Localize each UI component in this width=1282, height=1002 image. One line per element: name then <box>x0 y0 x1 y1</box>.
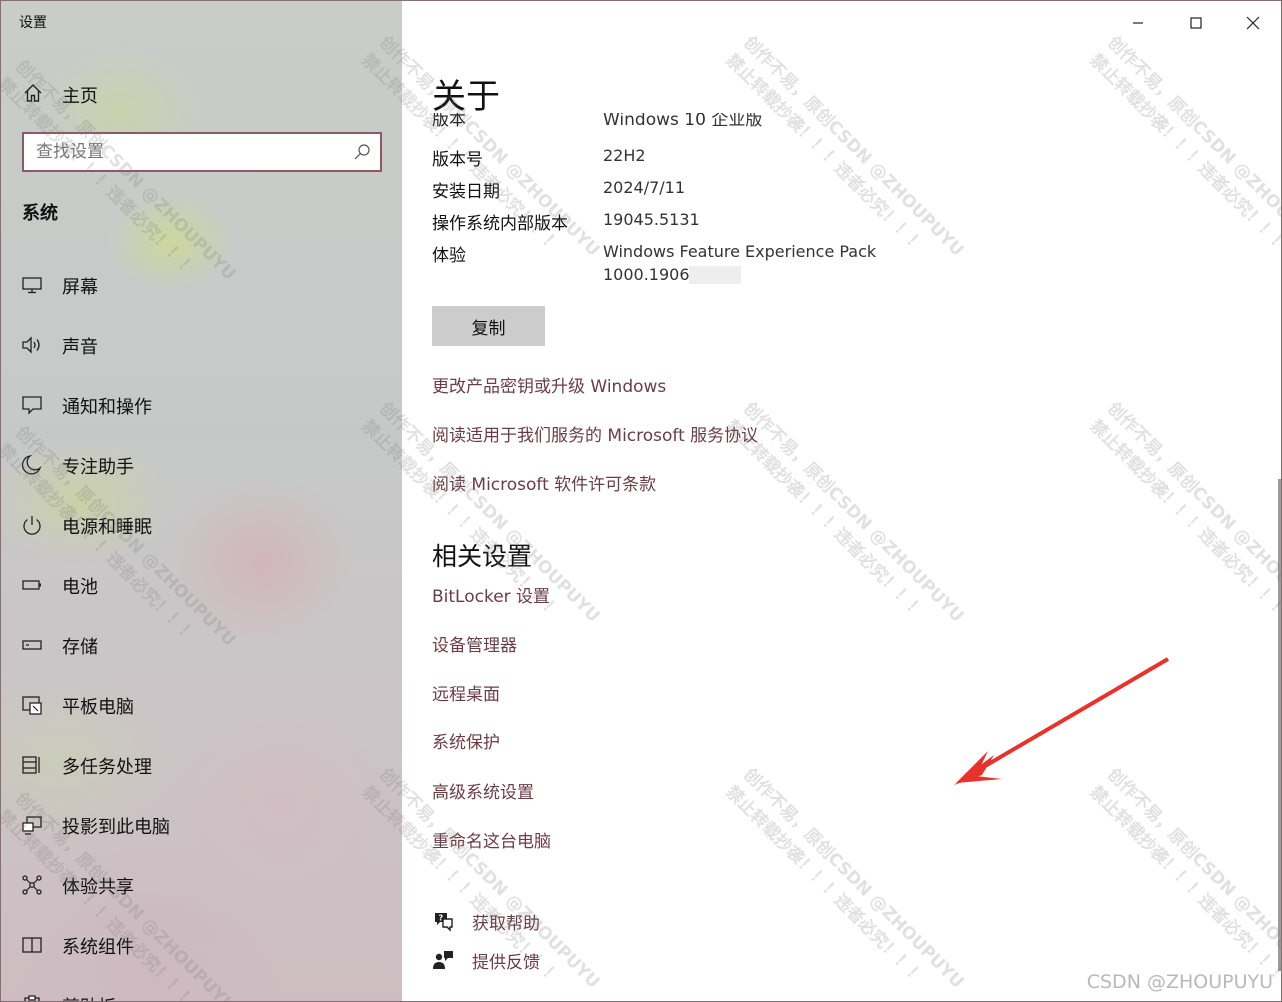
sidebar-item-label: 电源和睡眠 <box>62 517 152 538</box>
redacted-block <box>689 266 741 284</box>
sidebar-section-title: 系统 <box>22 203 58 224</box>
search-box[interactable] <box>22 132 382 172</box>
sidebar-item-sound[interactable]: 声音 <box>1 323 402 367</box>
sidebar-home[interactable]: 主页 <box>1 73 402 113</box>
notification-icon <box>22 396 42 415</box>
sidebar-item-battery[interactable]: 电池 <box>1 563 402 607</box>
sidebar-item-label: 系统组件 <box>62 937 134 958</box>
sidebar-item-label: 专注助手 <box>62 457 134 478</box>
copy-button[interactable]: 复制 <box>432 306 545 346</box>
get-help-label: 获取帮助 <box>472 914 540 934</box>
sidebar-item-project[interactable]: 投影到此电脑 <box>1 803 402 847</box>
moon-icon <box>21 454 42 475</box>
speaker-icon <box>22 336 40 354</box>
spec-label-os-build: 操作系统内部版本 <box>432 214 568 234</box>
spec-label-version: 版本号 <box>432 150 483 170</box>
sidebar: 设置 主页 系统 屏幕 <box>1 1 402 1001</box>
sidebar-item-label: 通知和操作 <box>62 397 152 418</box>
project-icon <box>22 816 42 835</box>
storage-icon <box>22 640 42 650</box>
spec-value: Windows 10 企业版 <box>603 113 763 130</box>
link-bitlocker[interactable]: BitLocker 设置 <box>432 582 550 607</box>
sidebar-item-label: 多任务处理 <box>62 757 152 778</box>
link-advanced-system-settings[interactable]: 高级系统设置 <box>432 778 534 803</box>
share-icon <box>22 875 42 895</box>
sidebar-item-label: 体验共享 <box>62 877 134 898</box>
link-rename-pc[interactable]: 重命名这台电脑 <box>432 827 551 852</box>
monitor-icon <box>22 277 42 294</box>
sidebar-item-clipboard[interactable]: 剪贴板 <box>1 983 402 1001</box>
window-title: 设置 <box>19 15 47 31</box>
spec-label: 版本 <box>432 113 466 130</box>
feedback-icon <box>433 951 453 969</box>
link-device-manager[interactable]: 设备管理器 <box>432 631 517 656</box>
sidebar-item-label: 平板电脑 <box>62 697 134 718</box>
svg-text:?: ? <box>439 914 444 923</box>
main-content: 关于 版本 Windows 10 企业版 版本号 22H2 安装日期 2024/… <box>402 1 1281 1001</box>
settings-window: 设置 主页 系统 屏幕 <box>0 0 1282 1002</box>
sidebar-item-display[interactable]: 屏幕 <box>1 263 402 307</box>
scrollbar[interactable] <box>1278 479 1281 971</box>
sidebar-home-label: 主页 <box>62 86 98 107</box>
csdn-watermark: CSDN @ZHOUPUYU <box>1086 971 1273 993</box>
link-service-agreement[interactable]: 阅读适用于我们服务的 Microsoft 服务协议 <box>432 421 758 446</box>
spec-label-experience: 体验 <box>432 246 466 266</box>
spec-value-experience: Windows Feature Experience Pack <box>603 242 877 261</box>
search-input[interactable] <box>36 140 336 164</box>
multitask-icon <box>22 756 40 774</box>
search-icon[interactable] <box>353 143 371 161</box>
link-system-protection[interactable]: 系统保护 <box>432 728 500 753</box>
page-title: 关于 <box>432 77 500 117</box>
sidebar-item-label: 屏幕 <box>62 277 98 298</box>
spec-value-install-date: 2024/7/11 <box>603 178 686 197</box>
spec-row-edition: 版本 Windows 10 企业版 <box>432 113 932 135</box>
clipboard-icon <box>24 995 40 1001</box>
red-arrow-annotation <box>954 657 1170 785</box>
components-icon <box>22 937 42 953</box>
sidebar-item-power[interactable]: 电源和睡眠 <box>1 503 402 547</box>
maximize-icon[interactable] <box>1182 9 1210 37</box>
sidebar-item-label: 剪贴板 <box>62 993 116 1001</box>
sidebar-item-tablet[interactable]: 平板电脑 <box>1 683 402 727</box>
spec-value-os-build: 19045.5131 <box>603 210 700 229</box>
close-icon[interactable] <box>1239 9 1267 37</box>
sidebar-item-label: 声音 <box>62 337 98 358</box>
minimize-icon[interactable] <box>1124 9 1152 37</box>
help-chat-icon: ? <box>435 913 453 932</box>
spec-value-version: 22H2 <box>603 146 646 165</box>
link-license-terms[interactable]: 阅读 Microsoft 软件许可条款 <box>432 470 656 495</box>
sidebar-item-label: 电池 <box>62 577 98 598</box>
sidebar-item-storage[interactable]: 存储 <box>1 623 402 667</box>
give-feedback-label: 提供反馈 <box>472 953 540 973</box>
sidebar-item-label: 投影到此电脑 <box>62 817 170 838</box>
battery-icon <box>22 580 41 590</box>
sidebar-item-notifications[interactable]: 通知和操作 <box>1 383 402 427</box>
sidebar-item-system-components[interactable]: 系统组件 <box>1 923 402 967</box>
power-icon <box>23 516 41 535</box>
sidebar-item-multitasking[interactable]: 多任务处理 <box>1 743 402 787</box>
link-remote-desktop[interactable]: 远程桌面 <box>432 680 500 705</box>
link-change-product-key[interactable]: 更改产品密钥或升级 Windows <box>432 372 666 397</box>
spec-label-install-date: 安装日期 <box>432 182 500 202</box>
sidebar-item-label: 存储 <box>62 637 98 658</box>
tablet-icon <box>22 696 42 715</box>
home-icon <box>24 84 42 102</box>
sidebar-item-shared-experiences[interactable]: 体验共享 <box>1 863 402 907</box>
related-settings-title: 相关设置 <box>432 542 533 571</box>
sidebar-item-focus-assist[interactable]: 专注助手 <box>1 443 402 487</box>
